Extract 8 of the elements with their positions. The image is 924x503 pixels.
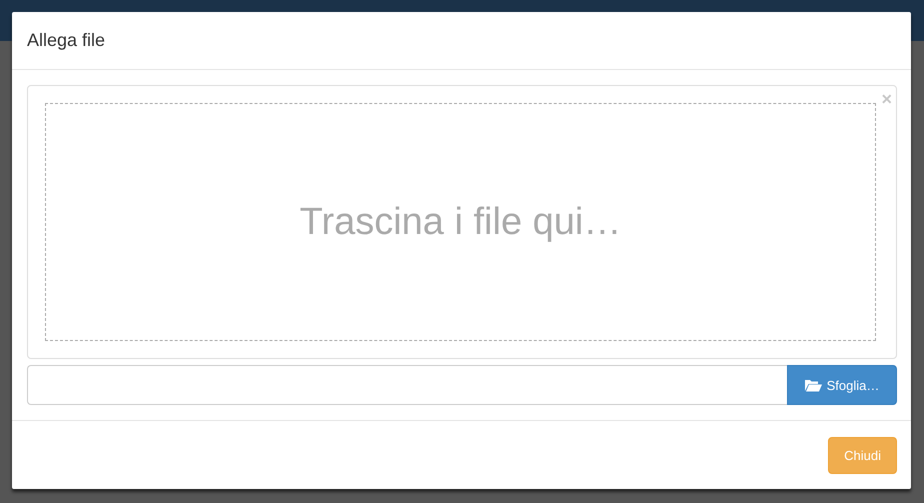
browse-button[interactable]: Sfoglia… xyxy=(787,365,897,405)
drop-prompt: Trascina i file qui… xyxy=(300,200,622,244)
close-button[interactable]: × xyxy=(881,90,892,108)
folder-icon xyxy=(804,378,822,392)
dialog-title: Allega file xyxy=(27,30,106,51)
drop-area[interactable]: Trascina i file qui… xyxy=(45,103,876,341)
close-dialog-button[interactable]: Chiudi xyxy=(828,436,897,474)
file-name-field[interactable] xyxy=(27,365,787,405)
